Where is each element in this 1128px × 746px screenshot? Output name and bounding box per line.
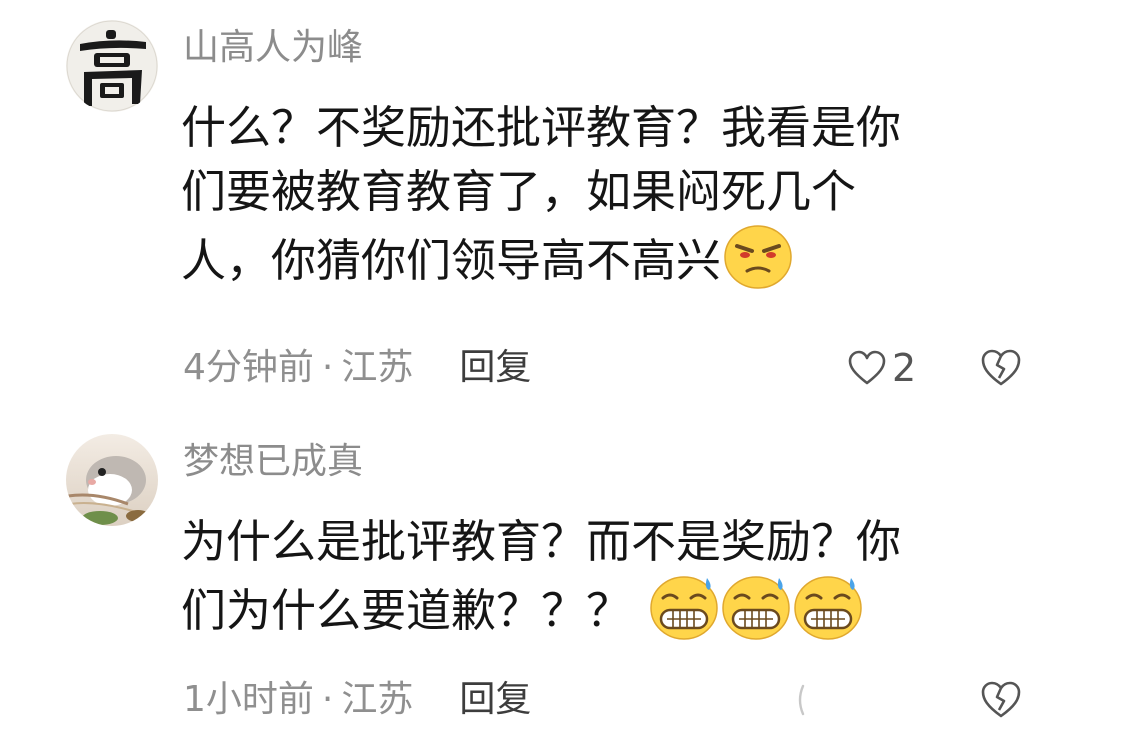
dislike-button[interactable] bbox=[978, 345, 1024, 391]
comment-line: 为什么是批评教育？而不是奖励？你 bbox=[181, 515, 902, 568]
calligraphy-avatar-icon bbox=[66, 20, 158, 112]
comment-time: 1小时前 bbox=[183, 679, 314, 720]
comment-line: 们要被教育教育了，如果闷死几个 bbox=[181, 165, 857, 218]
comment-location: 江苏 bbox=[341, 347, 414, 388]
like-icon-partial[interactable] bbox=[795, 682, 805, 718]
reply-button[interactable]: 回复 bbox=[459, 347, 531, 388]
dislike-button[interactable] bbox=[978, 677, 1024, 723]
comment-time: 4分钟前 bbox=[183, 347, 314, 388]
avatar[interactable] bbox=[66, 20, 158, 112]
hamster-photo-avatar-icon bbox=[66, 434, 158, 526]
like-count: 2 bbox=[892, 346, 917, 390]
reply-button[interactable]: 回复 bbox=[459, 679, 531, 720]
cold-sweat-grin-emoji-icon bbox=[722, 576, 790, 640]
cold-sweat-grin-emoji-icon bbox=[794, 576, 862, 640]
avatar[interactable] bbox=[66, 434, 158, 526]
like-button[interactable]: 2 bbox=[846, 344, 916, 392]
comment-location: 江苏 bbox=[341, 679, 414, 720]
comment-line: 人，你猜你们领导高不高兴 bbox=[181, 224, 1011, 289]
meta-separator: · bbox=[321, 679, 334, 720]
comment-text: 为什么是批评教育？而不是奖励？你 们为什么要道歉？？？ bbox=[181, 510, 1011, 640]
comment-line: 们为什么要道歉？？？ bbox=[181, 574, 1011, 640]
comment-line-text: 人，你猜你们领导高不高兴 bbox=[181, 234, 722, 287]
broken-heart-icon bbox=[981, 349, 1021, 386]
username[interactable]: 山高人为峰 bbox=[183, 26, 363, 70]
meta-separator: · bbox=[321, 347, 334, 388]
cold-sweat-grin-emoji-icon bbox=[650, 576, 718, 640]
comment-line: 什么？不奖励还批评教育？我看是你 bbox=[181, 101, 902, 154]
comment-text: 什么？不奖励还批评教育？我看是你 们要被教育教育了，如果闷死几个 人，你猜你们领… bbox=[181, 96, 1011, 289]
username[interactable]: 梦想已成真 bbox=[183, 440, 363, 484]
comment-meta: 1小时前 · 江苏 回复 bbox=[183, 676, 531, 724]
grimace-emoji-icon bbox=[724, 225, 792, 289]
heart-outline-icon bbox=[848, 350, 886, 385]
comment-meta: 4分钟前 · 江苏 回复 bbox=[183, 344, 531, 392]
comment-line-text: 们为什么要道歉？？？ bbox=[181, 584, 632, 637]
broken-heart-icon bbox=[981, 681, 1021, 718]
